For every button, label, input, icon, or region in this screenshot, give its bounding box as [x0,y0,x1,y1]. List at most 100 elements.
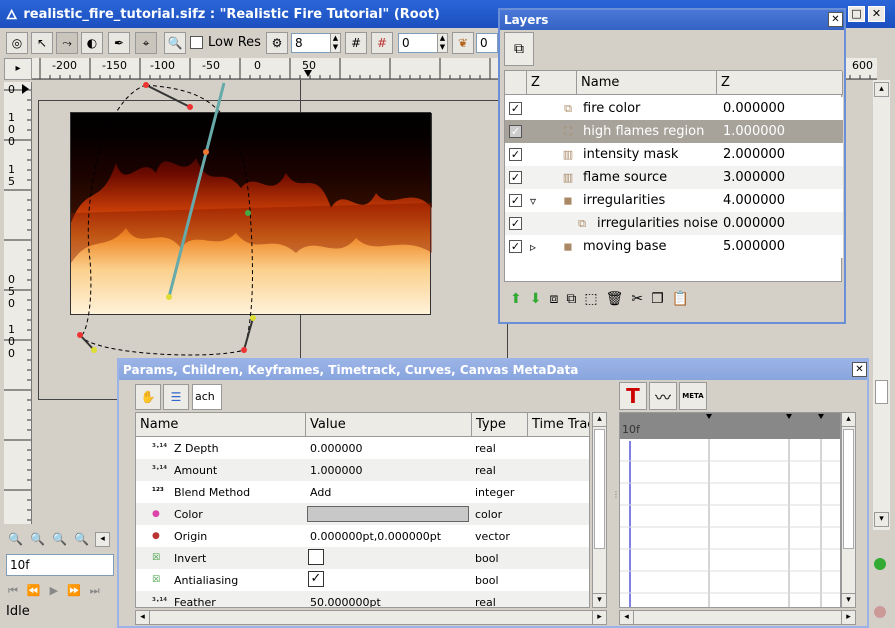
current-frame-field[interactable]: 10f [6,554,114,576]
params-hscroll[interactable]: ◂ ▸ [135,610,607,625]
param-row[interactable]: ☒ Invert bool [136,547,589,569]
playback-controls[interactable]: ⏮⏪▶⏩⏭ [8,584,109,598]
layer-row[interactable]: ✓ ▹ ◼ moving base 5.000000 [505,235,843,258]
layers-col-z2[interactable]: Z [717,71,843,95]
zoom-out-icon[interactable]: 🔍 [8,532,23,546]
color-swatch[interactable] [307,506,469,522]
layer-row[interactable]: ✓ ⛶ high flames region 1.000000 [505,120,843,143]
param-value[interactable]: 0.000000pt,0.000000pt [310,530,441,543]
param-value[interactable]: 1.000000 [310,464,363,477]
param-bool-checkbox[interactable] [308,549,324,565]
params-scroll-thumb[interactable] [594,429,605,549]
param-row[interactable]: ³·¹⁴ Feather 50.000000pt real [136,591,589,608]
layers-col-z1[interactable]: Z [527,71,577,95]
onion-skin-icon[interactable]: ❦ [452,32,474,54]
delete-layer-icon[interactable]: 🗑 [606,291,624,307]
maximize-button[interactable]: □ [848,6,865,22]
quality-icon[interactable]: ⚙ [266,32,288,54]
text-tab[interactable]: T [619,382,647,410]
params-col-name[interactable]: Name [136,413,306,437]
close-button[interactable]: ✕ [868,6,885,22]
zoom-reset-icon[interactable]: 🔍 [74,532,89,546]
params-scroll-down[interactable]: ▾ [592,593,607,608]
layer-row[interactable]: ✓ ▥ flame source 3.000000 [505,166,843,189]
param-value[interactable]: 50.000000pt [310,596,381,608]
layer-visible-checkbox[interactable]: ✓ [509,102,522,115]
zoom-in-icon[interactable]: 🔍 [30,532,45,546]
cut-icon[interactable]: ✂ [631,291,643,307]
transform-tool-icon[interactable]: ◎ [6,32,28,54]
layer-row[interactable]: ✓ ⧉ fire color 0.000000 [505,97,843,120]
params-vscroll[interactable]: ▴ ▾ [592,412,607,608]
param-row[interactable]: ● Color color [136,503,589,525]
metadata-tab[interactable]: META [679,382,707,410]
layer-visible-checkbox[interactable]: ✓ [509,194,522,207]
params-close-button[interactable]: ✕ [852,362,867,377]
layer-row[interactable]: ✓ ▿ ◼ irregularities 4.000000 [505,189,843,212]
layer-row[interactable]: ✓ ⧉ irregularities noise 0.000000 [505,212,843,235]
panel-splitter[interactable]: ⋮ [612,490,620,510]
smooth-move-tool-icon[interactable]: ↖ [31,32,53,54]
onion-future-spinbox[interactable]: 0 [476,33,498,53]
canvas-vertical-scrollbar[interactable]: ▴ ▾ [873,80,890,530]
draw-tool-icon[interactable]: ✒ [108,32,130,54]
param-value[interactable]: 0.000000 [310,442,363,455]
quality-spinbox[interactable]: 8 [291,33,331,53]
layers-tab[interactable]: ⧉ [504,32,534,66]
layers-col-name[interactable]: Name [577,71,717,95]
params-scroll-right[interactable]: ▸ [592,610,607,625]
layer-visible-checkbox[interactable]: ✓ [509,148,522,161]
encapsulate-icon[interactable]: ⧈ [549,291,558,307]
param-row[interactable]: ● Origin 0.000000pt,0.000000pt vector [136,525,589,547]
layer-visible-checkbox[interactable]: ✓ [509,125,522,138]
curves-tab[interactable]: 〰 [649,382,677,410]
canvas-menu-button[interactable]: ▸ [4,58,32,80]
timetrack-area[interactable]: 10f [619,412,841,608]
low-res-toggle[interactable]: Low Res [190,35,261,50]
bline-tool-icon[interactable]: ⤳ [56,32,78,54]
param-row[interactable]: ¹²³ Blend Method Add integer [136,481,589,503]
timetrack-scroll-up[interactable]: ▴ [841,412,856,427]
layer-row[interactable]: ✓ ▥ intensity mask 2.000000 [505,143,843,166]
low-res-checkbox[interactable] [190,36,203,49]
param-row[interactable]: ³·¹⁴ Z Depth 0.000000 real [136,437,589,459]
params-tab[interactable]: ✋ [135,384,161,410]
timetrack-scroll-left[interactable]: ◂ [619,610,634,625]
param-row[interactable]: ☒ Antialiasing ✓ bool [136,569,589,591]
layer-visible-checkbox[interactable]: ✓ [509,217,522,230]
params-col-timetrack[interactable]: Time Track [528,413,589,437]
quality-spin-arrows[interactable]: ▲ ▼ [330,33,341,53]
timetrack-scroll-right[interactable]: ▸ [841,610,856,625]
params-col-value[interactable]: Value [306,413,472,437]
onion-past-spinbox[interactable]: 0 [398,33,438,53]
duplicate-icon[interactable]: ⧉ [566,291,576,307]
param-bool-checkbox[interactable]: ✓ [308,571,324,587]
params-scroll-left[interactable]: ◂ [135,610,150,625]
params-scroll-up[interactable]: ▴ [592,412,607,427]
layers-close-button[interactable]: ✕ [828,12,843,27]
circle-tool-icon[interactable]: ◐ [81,32,103,54]
scroll-thumb[interactable] [875,380,888,404]
keyframes-tab[interactable]: ach [192,384,222,410]
zoom-icon[interactable]: 🔍 [164,32,186,54]
scroll-up-button[interactable]: ▴ [874,82,889,97]
grid-show-icon[interactable]: # [345,32,367,54]
layer-visible-checkbox[interactable]: ✓ [509,240,522,253]
lower-layer-icon[interactable]: ⬇ [530,291,542,307]
timetrack-vscroll[interactable]: ▴ ▾ [841,412,856,608]
raise-layer-icon[interactable]: ⬆ [510,291,522,307]
zoom-fit-icon[interactable]: 🔍 [52,532,67,546]
select-all-icon[interactable]: ⬚ [584,291,597,307]
param-row[interactable]: ³·¹⁴ Amount 1.000000 real [136,459,589,481]
children-tab[interactable]: ☰ [163,384,189,410]
timetrack-scroll-down[interactable]: ▾ [841,593,856,608]
onion-past-arrows[interactable]: ▲ ▼ [437,33,448,53]
layer-expander-icon[interactable]: ▹ [530,240,550,254]
width-tool-icon[interactable]: ⌖ [135,32,157,54]
timetrack-scroll-thumb[interactable] [843,429,854,549]
paste-icon[interactable]: 📋 [672,291,689,307]
param-value[interactable]: Add [310,486,331,499]
layers-col-toggle[interactable] [505,71,527,95]
layer-visible-checkbox[interactable]: ✓ [509,171,522,184]
layer-expander-icon[interactable]: ▿ [530,194,550,208]
